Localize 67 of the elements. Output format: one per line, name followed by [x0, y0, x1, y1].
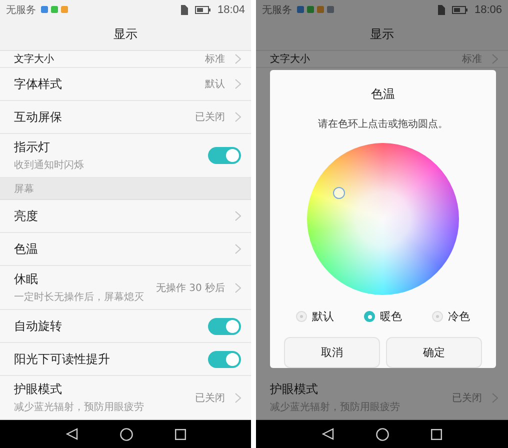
chevron-icon: [235, 54, 241, 64]
row-value: 已关闭: [195, 392, 225, 404]
recent-apps-icon[interactable]: [431, 428, 442, 440]
row-value: 已关闭: [195, 110, 225, 124]
radio-option[interactable]: 默认: [296, 309, 334, 324]
battery-icon: [195, 6, 212, 14]
row-label: 字体样式: [14, 76, 63, 92]
home-icon[interactable]: [120, 428, 132, 440]
row-label: 亮度: [14, 208, 39, 224]
chevron-icon: [235, 392, 241, 402]
row-label: 护眼模式: [14, 381, 63, 398]
dialog-instruction: 请在色环上点击或拖动圆点。: [318, 118, 448, 131]
row-label: 护眼模式: [270, 381, 319, 398]
chevron-icon: [235, 79, 241, 89]
option-label: 默认: [312, 309, 334, 324]
chevron-icon: [235, 244, 241, 254]
radio-button[interactable]: [432, 311, 443, 322]
dialog-title: 色温: [371, 86, 395, 103]
carrier-text: 无服务: [262, 4, 292, 17]
chevron-icon: [492, 392, 498, 402]
battery-icon: [452, 6, 468, 14]
row-subtitle: 收到通知时闪烁: [14, 158, 85, 172]
radio-option[interactable]: 暖色: [364, 309, 402, 324]
chevron-icon: [235, 112, 241, 122]
row-subtitle: 减少蓝光辐射，预防用眼疲劳: [14, 400, 145, 414]
screen-title: 显示: [370, 26, 394, 44]
row-value: 默认: [205, 78, 225, 91]
chevron-icon: [235, 282, 241, 292]
toggle-switch[interactable]: [208, 147, 241, 164]
picker-handle[interactable]: [333, 187, 345, 199]
row-label: 休眠: [14, 271, 39, 288]
row-label: 互动屏保: [14, 108, 63, 126]
home-icon[interactable]: [376, 428, 389, 440]
sim-card-icon: [437, 4, 446, 15]
toggle-switch[interactable]: [208, 318, 241, 334]
section-header: 屏幕: [0, 178, 251, 200]
back-icon[interactable]: [66, 428, 78, 440]
dialog-button[interactable]: 取消: [284, 337, 380, 368]
radio-button[interactable]: [364, 311, 375, 322]
dialog-button[interactable]: 确定: [386, 337, 482, 368]
settings-row[interactable]: 文字大小 标准: [0, 51, 251, 68]
recent-apps-icon[interactable]: [174, 428, 186, 440]
clock-text: 18:06: [474, 4, 502, 16]
row-label: 自动旋转: [14, 318, 63, 334]
back-icon[interactable]: [322, 428, 334, 440]
option-label: 冷色: [448, 309, 470, 324]
option-label: 暖色: [380, 309, 402, 324]
row-label: 指示灯: [14, 139, 51, 156]
radio-option[interactable]: 冷色: [432, 309, 470, 324]
chevron-icon: [492, 54, 498, 64]
row-value: 标准: [205, 52, 225, 66]
chevron-icon: [235, 211, 241, 221]
toggle-switch[interactable]: [208, 350, 241, 368]
row-label: 色温: [14, 240, 39, 258]
row-subtitle: 一定时长无操作后，屏幕熄灭: [14, 290, 145, 304]
row-label: 文字大小: [270, 52, 311, 66]
row-value: 已关闭: [452, 392, 482, 404]
clock-text: 18:04: [217, 4, 245, 16]
sim-card-icon: [180, 4, 188, 15]
screen-title: 显示: [114, 26, 138, 44]
row-label: 文字大小: [14, 52, 55, 66]
row-label: 阳光下可读性提升: [14, 350, 111, 368]
row-value: 无操作 30 秒后: [156, 282, 225, 294]
row-value: 标准: [462, 52, 482, 66]
carrier-text: 无服务: [6, 4, 36, 17]
settings-row[interactable]: 文字大小 标准: [256, 51, 508, 68]
radio-button[interactable]: [296, 311, 307, 322]
